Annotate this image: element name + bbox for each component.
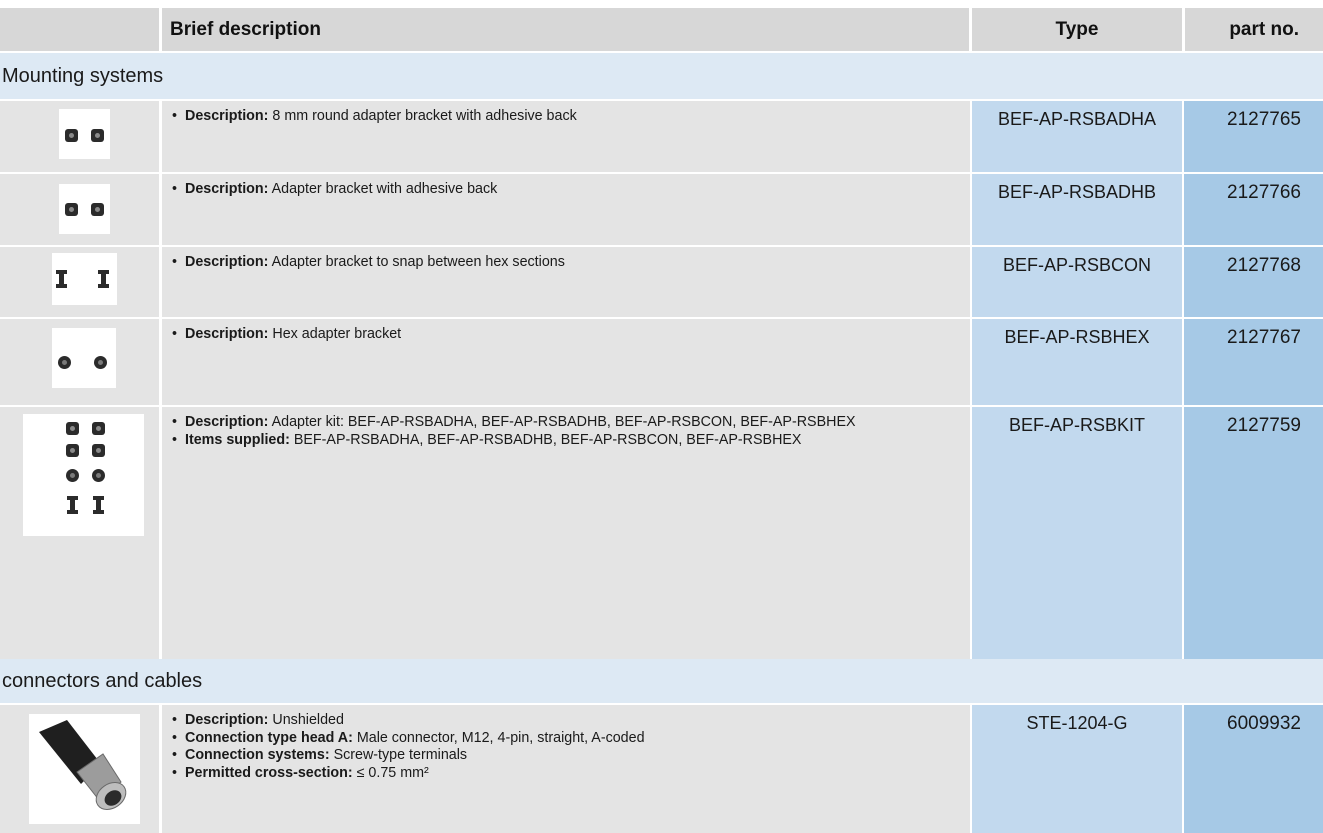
product-image-cell — [0, 705, 159, 833]
type-cell: BEF-AP-RSBADHB — [972, 174, 1182, 245]
product-image-cell — [0, 407, 159, 659]
type-cell: STE-1204-G — [972, 705, 1182, 833]
feature-list: Description: Adapter kit: BEF-AP-RSBADHA… — [172, 414, 856, 449]
type-cell: BEF-AP-RSBADHA — [972, 101, 1182, 172]
part-no-cell: 2127759 — [1184, 407, 1323, 659]
snap-bracket-icon — [52, 253, 117, 305]
m12-connector-graphic — [39, 720, 127, 810]
list-item: Description: 8 mm round adapter bracket … — [172, 108, 577, 126]
hex-bracket-icon — [52, 328, 116, 388]
feature-list: Description: Unshielded Connection type … — [172, 712, 645, 782]
part-no-cell: 6009932 — [1184, 705, 1323, 833]
part-no-cell: 2127766 — [1184, 174, 1323, 245]
m12-connector-icon — [29, 714, 140, 824]
list-item: Description: Unshielded — [172, 712, 645, 730]
description-cell: Description: Adapter bracket to snap bet… — [162, 247, 970, 317]
description-cell: Description: Unshielded Connection type … — [162, 705, 970, 833]
product-image-cell — [0, 174, 159, 245]
description-cell: Description: Hex adapter bracket — [162, 319, 970, 405]
header-brief-description: Brief description — [170, 19, 321, 40]
list-item: Connection systems: Screw-type terminals — [172, 747, 645, 765]
feature-list: Description: Adapter bracket to snap bet… — [172, 254, 565, 272]
table-row: Description: 8 mm round adapter bracket … — [0, 101, 1323, 172]
description-cell: Description: Adapter bracket with adhesi… — [162, 174, 970, 245]
section-title: connectors and cables — [2, 670, 203, 692]
part-no-cell: 2127767 — [1184, 319, 1323, 405]
list-item: Connection type head A: Male connector, … — [172, 730, 645, 748]
header-divider — [159, 8, 162, 51]
type-cell: BEF-AP-RSBCON — [972, 247, 1182, 317]
feature-list: Description: Adapter bracket with adhesi… — [172, 181, 497, 199]
adapter-kit-icon — [23, 414, 144, 536]
part-no-cell: 2127768 — [1184, 247, 1323, 317]
section-title: Mounting systems — [2, 65, 164, 87]
section-mounting-systems: Mounting systems — [0, 53, 1323, 99]
header-part-no: part no. — [1229, 19, 1299, 40]
section-connectors-and-cables: connectors and cables — [0, 659, 1323, 703]
list-item: Items supplied: BEF-AP-RSBADHA, BEF-AP-R… — [172, 432, 856, 450]
list-item: Permitted cross-section: ≤ 0.75 mm² — [172, 765, 645, 783]
list-item: Description: Hex adapter bracket — [172, 326, 401, 344]
table-row: Description: Adapter bracket to snap bet… — [0, 247, 1323, 317]
type-cell: BEF-AP-RSBHEX — [972, 319, 1182, 405]
table-row: Description: Unshielded Connection type … — [0, 705, 1323, 833]
list-item: Description: Adapter kit: BEF-AP-RSBADHA… — [172, 414, 856, 432]
list-item: Description: Adapter bracket to snap bet… — [172, 254, 565, 272]
type-cell: BEF-AP-RSBKIT — [972, 407, 1182, 659]
part-no-cell: 2127765 — [1184, 101, 1323, 172]
product-image-cell — [0, 247, 159, 317]
product-image-cell — [0, 319, 159, 405]
table-row: Description: Adapter kit: BEF-AP-RSBADHA… — [0, 407, 1323, 659]
round-adapter-bracket-icon — [59, 109, 110, 159]
feature-list: Description: Hex adapter bracket — [172, 326, 401, 344]
feature-list: Description: 8 mm round adapter bracket … — [172, 108, 577, 126]
product-image-cell — [0, 101, 159, 172]
header-type: Type — [1055, 19, 1099, 40]
table-row: Description: Adapter bracket with adhesi… — [0, 174, 1323, 245]
table-row: Description: Hex adapter bracket BEF-AP-… — [0, 319, 1323, 405]
description-cell: Description: Adapter kit: BEF-AP-RSBADHA… — [162, 407, 970, 659]
list-item: Description: Adapter bracket with adhesi… — [172, 181, 497, 199]
description-cell: Description: 8 mm round adapter bracket … — [162, 101, 970, 172]
adapter-bracket-icon — [59, 184, 110, 234]
table-header: Brief description Type part no. — [0, 8, 1323, 51]
